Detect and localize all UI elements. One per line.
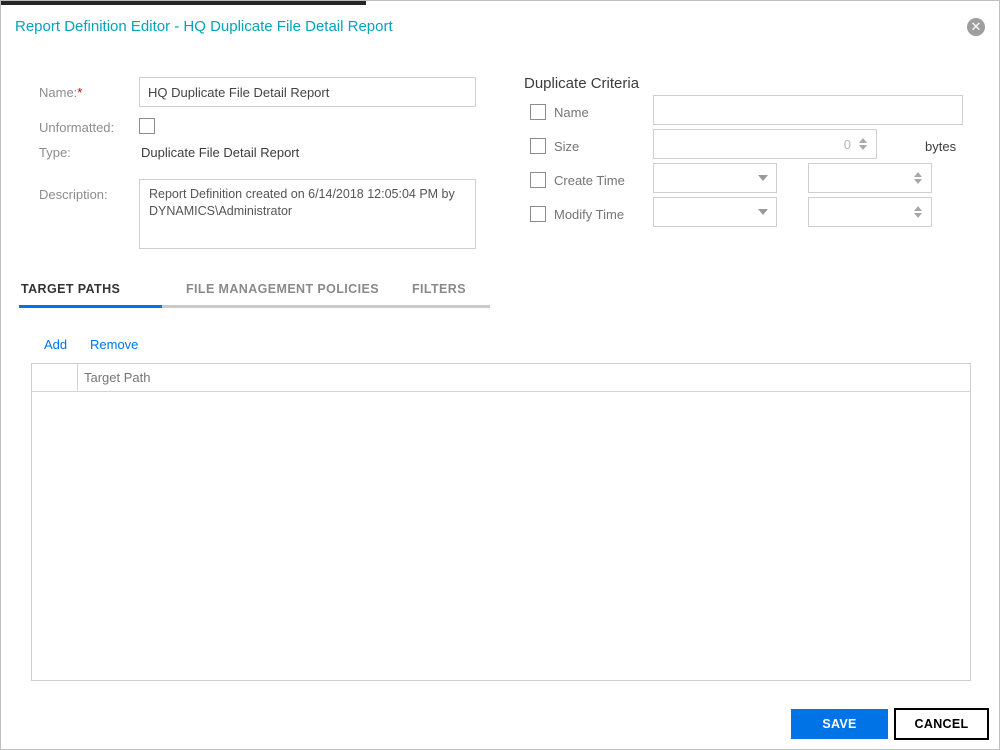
criteria-modify-time-label: Modify Time [554,207,625,222]
spinner-down-icon[interactable] [859,145,867,150]
unformatted-checkbox[interactable] [139,118,155,134]
description-textarea[interactable]: Report Definition created on 6/14/2018 1… [139,179,476,249]
criteria-size-label: Size [554,139,580,154]
remove-link[interactable]: Remove [90,337,138,352]
duplicate-criteria-heading: Duplicate Criteria [524,75,640,92]
criteria-size-checkbox[interactable] [530,138,546,154]
modify-time-value-input[interactable] [809,204,910,220]
criteria-name-checkbox[interactable] [530,104,546,120]
description-label: Description: [39,187,108,202]
create-time-operator-dropdown[interactable] [653,163,777,193]
spinner-updown-icon[interactable] [910,172,926,184]
top-dark-strip [1,1,366,5]
column-divider [77,364,78,391]
spinner-updown-icon[interactable] [910,206,926,218]
report-definition-editor-dialog: Report Definition Editor - HQ Duplicate … [0,0,1000,750]
criteria-create-time-checkbox[interactable] [530,172,546,188]
close-icon[interactable]: ✕ [967,18,985,36]
criteria-name-input[interactable] [653,95,963,125]
criteria-name-label: Name [554,105,589,120]
type-value: Duplicate File Detail Report [141,145,300,160]
type-label: Type: [39,145,71,160]
size-unit-label: bytes [925,139,957,154]
required-marker: * [77,85,83,100]
tab-filters[interactable]: FILTERS [412,282,466,296]
target-path-table: Target Path [31,363,971,681]
modify-time-operator-dropdown[interactable] [653,197,777,227]
add-link[interactable]: Add [44,337,67,352]
spinner-up-icon[interactable] [914,172,922,177]
tab-file-management-policies[interactable]: FILE MANAGEMENT POLICIES [186,282,379,296]
chevron-down-icon [758,209,768,215]
save-button[interactable]: SAVE [791,709,888,739]
report-name-input[interactable] [139,77,476,107]
target-path-table-body [32,392,970,681]
target-path-column-header: Target Path [84,370,151,385]
dialog-title: Report Definition Editor - HQ Duplicate … [15,18,393,35]
criteria-create-time-label: Create Time [554,173,625,188]
tab-target-paths[interactable]: TARGET PATHS [21,282,120,296]
create-time-value-spinner[interactable] [808,163,932,193]
cancel-button[interactable]: CANCEL [894,708,989,740]
criteria-size-spinner[interactable] [653,129,877,159]
spinner-up-icon[interactable] [914,206,922,211]
criteria-size-input[interactable] [654,136,855,152]
create-time-value-input[interactable] [809,170,910,186]
active-tab-indicator [19,305,162,308]
duplicate-criteria-section: Duplicate Criteria Name Size bytes Creat… [524,69,971,244]
name-label: Name:* [39,85,82,100]
criteria-modify-time-checkbox[interactable] [530,206,546,222]
modify-time-value-spinner[interactable] [808,197,932,227]
chevron-down-icon [758,175,768,181]
spinner-down-icon[interactable] [914,213,922,218]
unformatted-label: Unformatted: [39,120,115,135]
target-path-table-header: Target Path [32,364,970,392]
name-label-text: Name: [39,85,78,100]
spinner-updown-icon[interactable] [855,138,871,150]
spinner-up-icon[interactable] [859,138,867,143]
spinner-down-icon[interactable] [914,179,922,184]
